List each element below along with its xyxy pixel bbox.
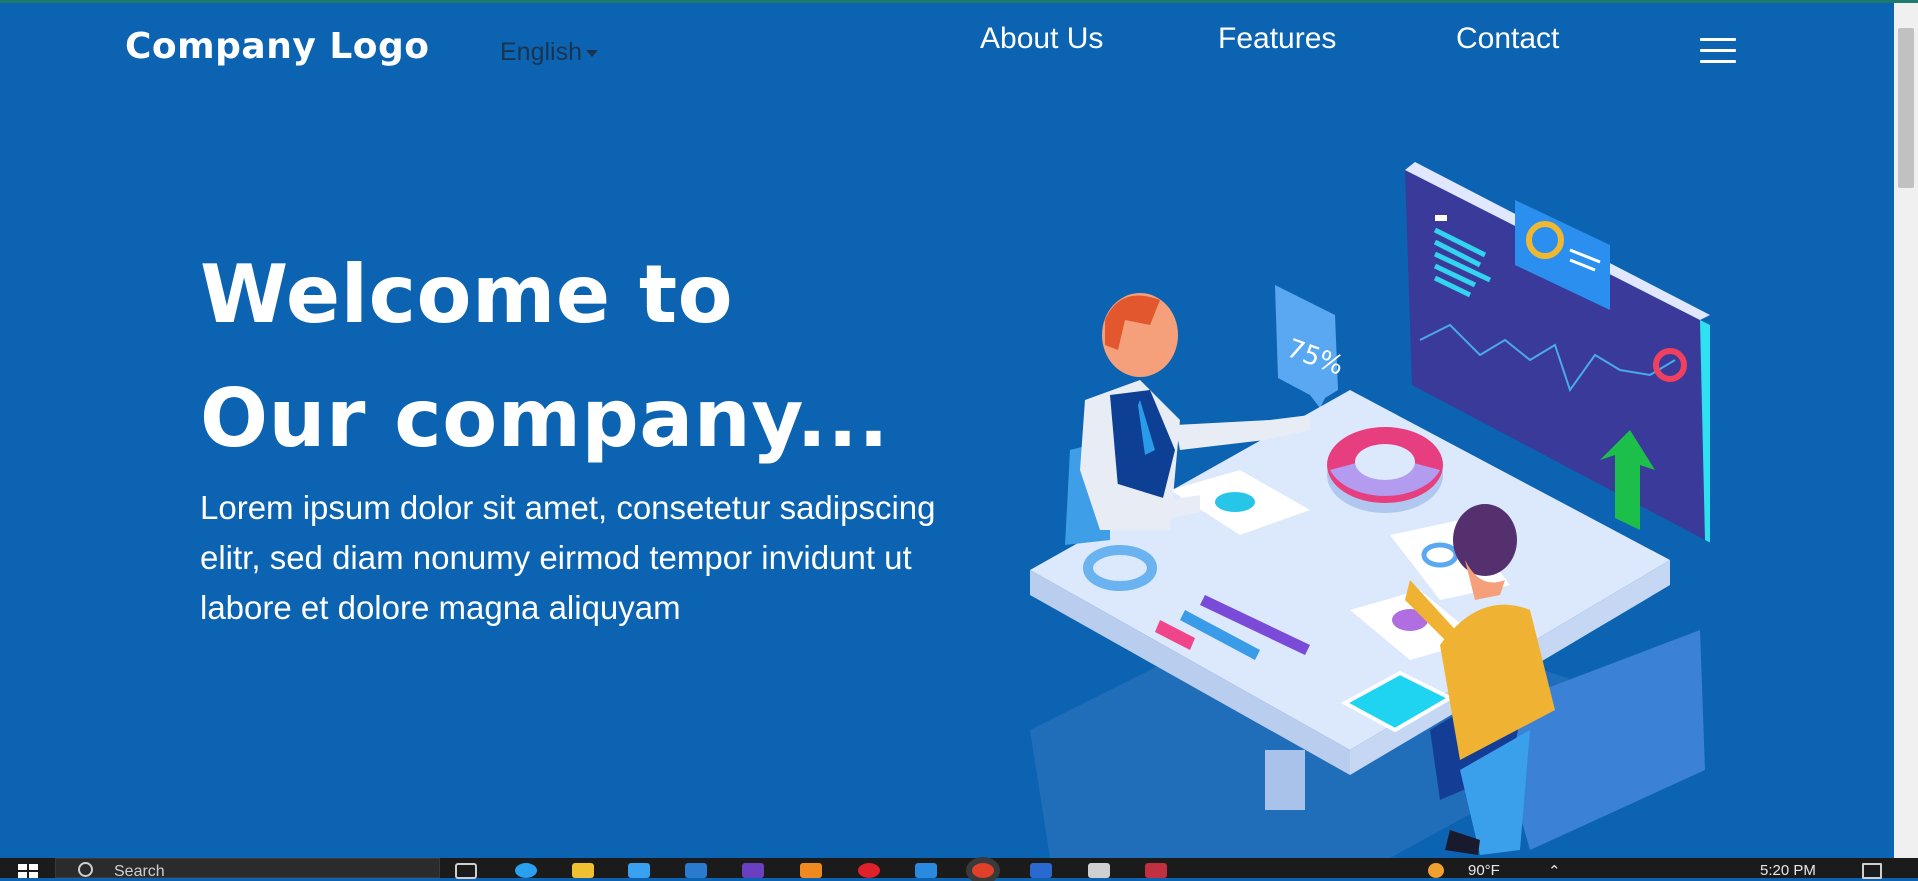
xampp-icon[interactable] [800,863,822,878]
language-label: English [500,38,582,66]
store-icon[interactable] [628,863,650,878]
hero-title-line-2: Our company... [200,372,890,465]
notification-icon[interactable] [1862,863,1882,879]
search-icon [78,862,93,877]
hero-title-line-1: Welcome to [200,248,734,341]
file-explorer-icon[interactable] [572,863,594,878]
weather-temperature[interactable]: 90°F [1468,862,1500,879]
hero-description: Lorem ipsum dolor sit amet, consetetur s… [200,489,936,626]
clock-time[interactable]: 5:20 PM [1760,862,1816,879]
scrollbar-thumb[interactable] [1898,28,1914,188]
taskbar-search-placeholder: Search [114,863,165,880]
snipping-tool-icon[interactable] [1145,863,1167,878]
opera-icon[interactable] [858,863,880,878]
nav-features[interactable]: Features [1218,22,1336,56]
edge-browser-icon[interactable] [515,863,537,878]
visual-studio-icon[interactable] [742,863,764,878]
taskbar-search-box[interactable]: Search [55,858,440,880]
chrome-icon[interactable] [972,863,994,878]
nav-contact[interactable]: Contact [1456,22,1559,56]
app-icon[interactable] [1030,863,1052,878]
hamburger-menu-icon[interactable] [1700,38,1736,66]
notepad-icon[interactable] [1088,863,1110,878]
task-view-icon[interactable] [455,863,477,879]
tray-chevron-up-icon[interactable]: ⌃ [1548,862,1561,880]
window-top-border [0,0,1918,3]
weather-icon[interactable] [1428,863,1444,878]
vscode-icon[interactable] [915,863,937,878]
windows-start-icon[interactable] [18,864,38,878]
language-dropdown[interactable]: English [500,38,598,67]
page-scrollbar[interactable] [1894,3,1918,858]
mail-icon[interactable] [685,863,707,878]
business-meeting-illustration: 75% [1030,162,1710,858]
caret-down-icon [586,49,598,57]
company-logo[interactable]: Company Logo [125,26,430,67]
windows-taskbar: Search 90°F ⌃ 5:20 PM [0,858,1918,880]
nav-about-us[interactable]: About Us [980,22,1103,56]
